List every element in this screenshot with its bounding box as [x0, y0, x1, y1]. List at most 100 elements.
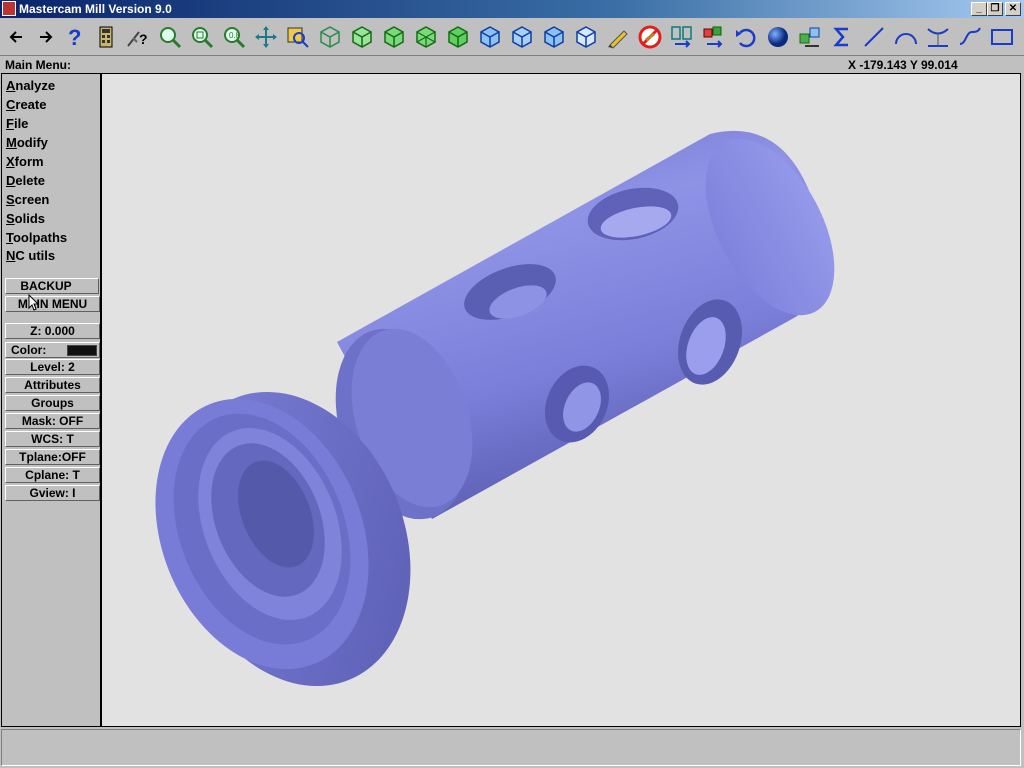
- color-label: Color:: [11, 343, 47, 357]
- color-button[interactable]: Color:: [5, 342, 100, 358]
- menu-item-analyze[interactable]: Analyze: [6, 78, 55, 93]
- z-depth-button[interactable]: Z: 0.000: [5, 323, 100, 339]
- copy-button[interactable]: [699, 21, 729, 53]
- arrow-left-icon: [9, 31, 22, 43]
- iso-view-green-2-icon: [384, 26, 404, 48]
- fillet-icon: [927, 28, 949, 47]
- zoom-fit-icon: 0.8: [224, 27, 246, 49]
- menu-item-xform[interactable]: Xform: [6, 154, 44, 169]
- pencil-button[interactable]: [603, 21, 633, 53]
- help-button[interactable]: ?: [59, 21, 89, 53]
- analyze-icon: ?: [127, 31, 148, 47]
- iso-view-3-button[interactable]: [411, 21, 441, 53]
- minimize-button[interactable]: _: [971, 2, 987, 16]
- layers-button[interactable]: [795, 21, 825, 53]
- cube-view-4-button[interactable]: [571, 21, 601, 53]
- menu-item-modify[interactable]: Modify: [6, 135, 48, 150]
- pencil-icon: [608, 30, 628, 49]
- move-button[interactable]: [667, 21, 697, 53]
- calculator-button[interactable]: [91, 21, 121, 53]
- iso-view-4-button[interactable]: [443, 21, 473, 53]
- rotate-button[interactable]: [315, 21, 345, 53]
- cursor-coordinates: X -179.143 Y 99.014: [848, 58, 958, 72]
- svg-text:0.8: 0.8: [229, 31, 241, 40]
- rotate-icon: [320, 26, 340, 48]
- cube-view-4-icon: [576, 26, 596, 48]
- toolbar: ? ? 0.8: [0, 18, 1024, 56]
- zoom-fit-button[interactable]: 0.8: [219, 21, 249, 53]
- main-menu-panel: Analyze Create File Modify Xform Delete …: [1, 73, 101, 727]
- sigma-icon: [833, 27, 848, 47]
- prompt-bar: Main Menu: X -179.143 Y 99.014: [0, 57, 1024, 73]
- menu-item-file[interactable]: File: [6, 116, 28, 131]
- close-button[interactable]: ✕: [1005, 2, 1021, 16]
- restore-button[interactable]: ❐: [987, 2, 1003, 16]
- menu-item-delete[interactable]: Delete: [6, 173, 45, 188]
- select-zoom-button[interactable]: [283, 21, 313, 53]
- analyze-button[interactable]: ?: [123, 21, 153, 53]
- arrow-right-icon: [40, 31, 53, 43]
- arc-icon: [895, 33, 917, 45]
- tplane-button[interactable]: Tplane:OFF: [5, 449, 100, 465]
- graphics-viewport[interactable]: [101, 73, 1021, 727]
- line-icon: [864, 27, 884, 47]
- cube-view-2-button[interactable]: [507, 21, 537, 53]
- arc-button[interactable]: [891, 21, 921, 53]
- iso-view-1-button[interactable]: [347, 21, 377, 53]
- cube-view-2-icon: [512, 26, 532, 48]
- zoom-button[interactable]: [155, 21, 185, 53]
- menu-item-create[interactable]: Create: [6, 97, 46, 112]
- title-bar: Mastercam Mill Version 9.0 _ ❐ ✕: [0, 0, 1024, 18]
- menu-item-solids[interactable]: Solids: [6, 211, 45, 226]
- forward-button[interactable]: [30, 21, 60, 53]
- sigma-button[interactable]: [827, 21, 857, 53]
- rectangle-icon: [991, 29, 1013, 45]
- move-icon: [671, 26, 692, 48]
- layers-icon: [799, 27, 820, 47]
- svg-text:?: ?: [139, 31, 148, 47]
- unzoom-button[interactable]: [187, 21, 217, 53]
- line-button[interactable]: [859, 21, 889, 53]
- pan-icon: [255, 26, 277, 48]
- cube-view-3-icon: [544, 26, 564, 48]
- menu-item-screen[interactable]: Screen: [6, 192, 49, 207]
- calculator-icon: [99, 26, 113, 48]
- zoom-icon: [160, 27, 182, 49]
- iso-view-2-button[interactable]: [379, 21, 409, 53]
- help-icon: ?: [68, 25, 81, 50]
- shade-button[interactable]: [763, 21, 793, 53]
- menu-item-nc-utils[interactable]: NC utils: [6, 248, 55, 263]
- rectangle-button[interactable]: [987, 21, 1017, 53]
- mask-button[interactable]: Mask: OFF: [5, 413, 100, 429]
- unzoom-icon: [192, 27, 214, 49]
- pan-button[interactable]: [251, 21, 281, 53]
- color-swatch: [67, 345, 97, 356]
- cube-view-1-button[interactable]: [475, 21, 505, 53]
- attributes-button[interactable]: Attributes: [5, 377, 100, 393]
- app-icon[interactable]: [2, 1, 16, 16]
- no-delete-button[interactable]: [635, 21, 665, 53]
- spline-button[interactable]: [955, 21, 985, 53]
- main-menu-label: Main Menu:: [5, 58, 71, 72]
- gview-button[interactable]: Gview: I: [5, 485, 100, 501]
- cplane-button[interactable]: Cplane: T: [5, 467, 100, 483]
- cube-view-3-button[interactable]: [539, 21, 569, 53]
- solid-model-render: [155, 130, 835, 687]
- undo-button[interactable]: [731, 21, 761, 53]
- status-bar: [1, 729, 1021, 766]
- level-button[interactable]: Level: 2: [5, 359, 100, 375]
- iso-view-green-1-icon: [352, 26, 372, 48]
- menu-item-toolpaths[interactable]: Toolpaths: [6, 230, 67, 245]
- cube-view-1-icon: [480, 26, 500, 48]
- copy-icon: [703, 26, 723, 48]
- svg-text:?: ?: [68, 25, 81, 50]
- wcs-button[interactable]: WCS: T: [5, 431, 100, 447]
- mouse-cursor-icon: [28, 294, 40, 311]
- main-menu-button[interactable]: MAIN MENU: [5, 296, 100, 312]
- groups-button[interactable]: Groups: [5, 395, 100, 411]
- back-button[interactable]: [2, 21, 32, 53]
- undo-icon: [736, 28, 756, 48]
- iso-view-green-4-icon: [448, 26, 468, 48]
- fillet-button[interactable]: [923, 21, 953, 53]
- backup-button[interactable]: BACKUP: [5, 278, 99, 294]
